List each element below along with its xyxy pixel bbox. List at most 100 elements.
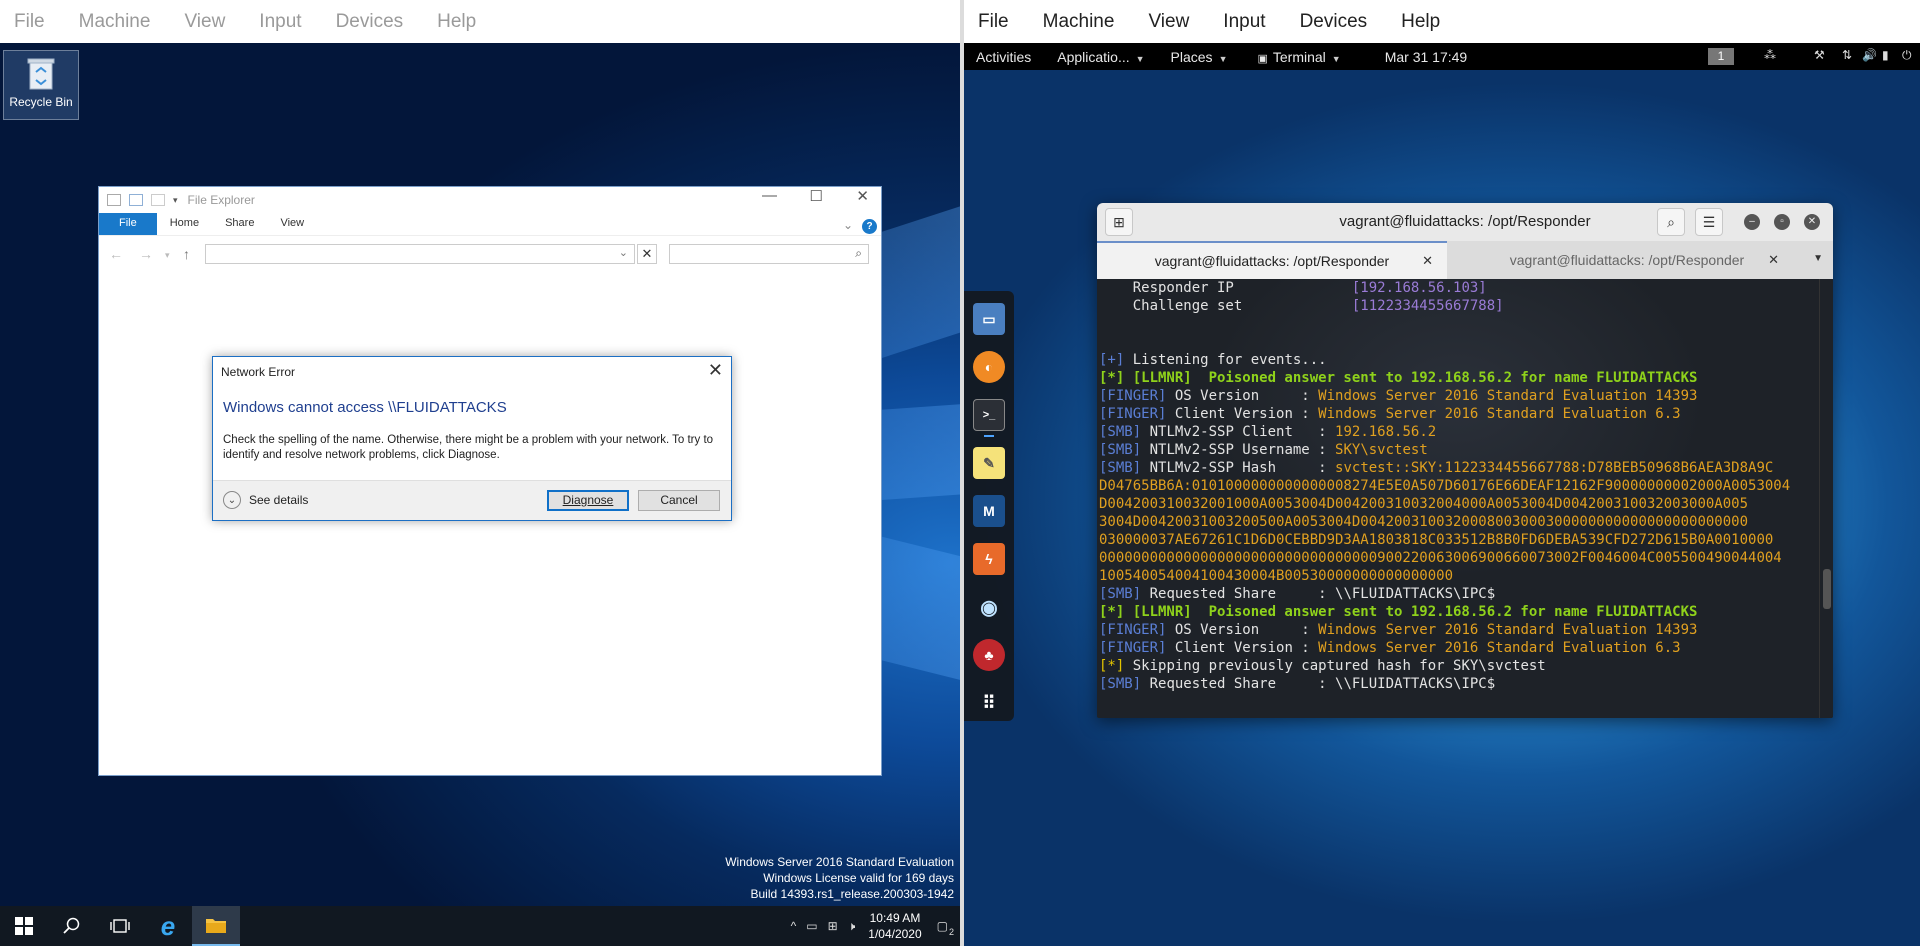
tool-icon[interactable]: ⚒ [1814,48,1825,62]
workspaces-icon[interactable]: ⁂ [1764,48,1776,62]
network-error-dialog: Network Error ✕ Windows cannot access \\… [212,356,732,521]
show-hidden-icons-icon[interactable]: ^ [791,919,797,933]
eye-icon[interactable]: ◉ [973,591,1005,623]
files-icon[interactable]: ▭ [973,303,1005,335]
ribbon-tab-share[interactable]: Share [212,213,267,235]
see-details-label: See details [249,493,309,507]
expand-ribbon-icon[interactable]: ⌄ [843,218,853,232]
terminal-text: [SMB] [1099,424,1142,440]
terminal-app-menu[interactable]: ▣ Terminal ▼ [1257,49,1340,65]
search-icon[interactable]: ⌕ [1657,208,1685,236]
search-box[interactable]: ⌕ [669,244,869,264]
terminal-text: [FINGER] [1099,388,1167,404]
terminal-text: 030000037AE67261C1D6D0CEBBD9D3AA1803818C… [1099,532,1774,548]
help-icon[interactable]: ? [862,219,877,234]
app-grid-icon[interactable]: ⠿ [973,687,1005,719]
new-folder-icon[interactable] [151,194,165,206]
power-icon[interactable]: ⏻ [1902,48,1912,63]
terminal-headerbar[interactable]: ⊞ vagrant@fluidattacks: /opt/Responder ⌕… [1097,203,1833,241]
address-bar[interactable]: ⌄ [205,244,635,264]
terminal-tab[interactable]: vagrant@fluidattacks: /opt/Responder ✕ [1447,241,1807,279]
menu-devices[interactable]: Devices [336,11,404,33]
metasploit-icon[interactable]: M [973,495,1005,527]
menu-devices[interactable]: Devices [1300,11,1368,33]
maximize-icon[interactable]: ▫ [1774,214,1790,230]
text-editor-icon[interactable]: ✎ [973,447,1005,479]
back-arrow-icon[interactable]: ← [109,246,123,262]
windows-vm-window: File Machine View Input Devices Help Rec… [0,0,960,946]
explorer-ribbon: File Home Share View ⌄ ? [99,213,881,235]
burpsuite-icon[interactable]: ϟ [973,543,1005,575]
properties-icon[interactable] [129,194,143,206]
tab-list-dropdown-icon[interactable]: ▼ [1813,253,1823,264]
close-tab-icon[interactable]: ✕ [1768,252,1779,268]
see-details-toggle[interactable]: ⌄ See details [223,491,308,509]
explorer-titlebar[interactable]: ▾ File Explorer — ☐ ✕ [99,187,881,213]
customize-toolbar-icon[interactable]: ▾ [173,195,178,206]
topbar-clock[interactable]: Mar 31 17:49 [1385,49,1468,65]
address-dropdown-icon[interactable]: ⌄ [619,246,628,259]
volume-muted-icon[interactable]: 🕨 [848,919,856,934]
dialog-footer: ⌄ See details Diagnose Cancel [213,480,731,520]
internet-explorer-icon: e [160,910,176,941]
terminal-text: D04765BB6A:0101000000000000008274E5E0A50… [1099,478,1791,494]
action-center-icon[interactable]: ▢ 2 [937,919,954,937]
menu-view[interactable]: View [184,11,225,33]
close-icon[interactable]: ✕ [856,187,869,205]
volume-icon[interactable]: 🔊 [1862,48,1877,62]
battery-icon[interactable]: ▭ [806,919,817,933]
recent-locations-icon[interactable]: ▾ [165,250,170,261]
ribbon-tab-view[interactable]: View [267,213,317,235]
cancel-button[interactable]: Cancel [638,490,720,511]
forward-arrow-icon[interactable]: → [139,246,153,262]
menu-input[interactable]: Input [259,11,301,33]
network-wired-icon[interactable]: ⇅ [1842,48,1852,62]
terminal-line: 0000000000000000000000000000000009002200… [1099,549,1817,567]
file-explorer-taskbar-button[interactable] [192,906,240,946]
terminal-text: OS Version : [1166,622,1319,638]
menu-file[interactable]: File [14,11,45,33]
terminal-text: NTLMv2-SSP Client : [1141,424,1336,440]
diagnose-button[interactable]: Diagnose [547,490,629,511]
scrollbar-thumb[interactable] [1823,569,1831,609]
menu-view[interactable]: View [1148,11,1189,33]
places-menu[interactable]: Places ▼ [1171,49,1228,65]
recycle-bin[interactable]: Recycle Bin [3,50,79,120]
battery-icon[interactable]: ▮ [1882,48,1889,62]
hamburger-menu-icon[interactable]: ☰ [1695,208,1723,236]
menu-input[interactable]: Input [1223,11,1265,33]
close-tab-icon[interactable]: ✕ [1422,253,1433,269]
terminal-output[interactable]: Responder IP [192.168.56.103] Challenge … [1097,279,1819,718]
menu-machine[interactable]: Machine [1043,11,1115,33]
internet-explorer-button[interactable]: e [144,906,192,946]
terminal-tab-active[interactable]: vagrant@fluidattacks: /opt/Responder ✕ [1097,241,1447,279]
running-indicator [984,435,994,437]
minimize-icon[interactable]: — [762,187,777,204]
terminal-scrollbar[interactable] [1819,279,1833,718]
taskbar-clock[interactable]: 10:49 AM 1/04/2020 [868,910,921,942]
cherrytree-icon[interactable]: ♣ [973,639,1005,671]
maximize-icon[interactable]: ☐ [810,187,823,205]
minimize-icon[interactable]: – [1744,214,1760,230]
terminal-line: [SMB] Requested Share : \\FLUIDATTACKS\I… [1099,585,1817,603]
menu-help[interactable]: Help [437,11,476,33]
applications-menu[interactable]: Applicatio... ▼ [1057,49,1144,65]
dialog-close-icon[interactable]: ✕ [708,360,723,381]
workspace-indicator[interactable]: 1 [1708,48,1734,65]
firefox-icon[interactable]: ◐ [973,351,1005,383]
activities-button[interactable]: Activities [976,49,1031,65]
menu-file[interactable]: File [978,11,1009,33]
terminal-icon[interactable]: >_ [973,399,1005,431]
ribbon-tab-file[interactable]: File [99,213,157,235]
task-view-button[interactable] [96,906,144,946]
ribbon-tab-home[interactable]: Home [157,213,212,235]
menu-machine[interactable]: Machine [79,11,151,33]
stop-button[interactable]: ✕ [637,244,657,264]
network-icon[interactable]: ⊞ [828,919,838,933]
search-button[interactable] [48,906,96,946]
close-icon[interactable]: ✕ [1804,214,1820,230]
up-arrow-icon[interactable]: ↑ [183,246,190,262]
start-button[interactable] [0,906,48,946]
menu-help[interactable]: Help [1401,11,1440,33]
